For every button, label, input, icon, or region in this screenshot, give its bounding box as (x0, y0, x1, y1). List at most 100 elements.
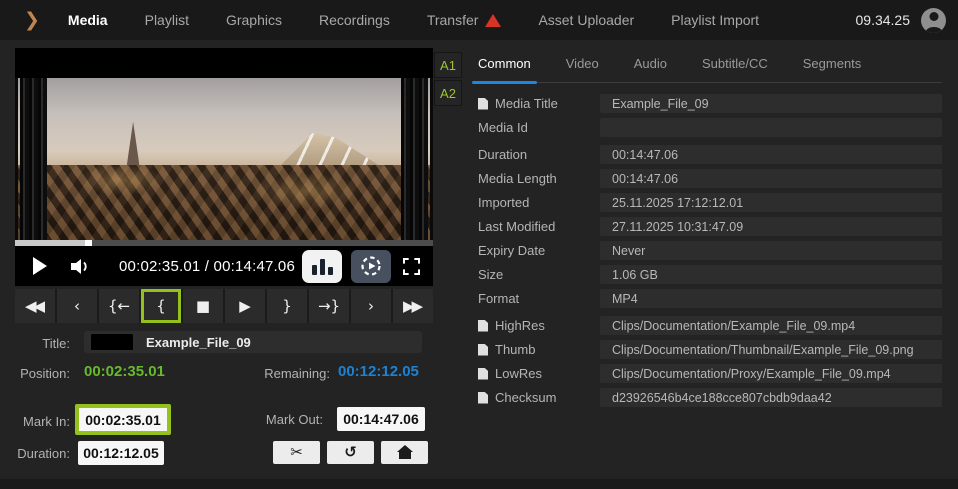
media-id-field[interactable] (600, 118, 942, 137)
main-nav: Media Playlist Graphics Recordings Transfer A… (68, 12, 796, 28)
field-label: LowRes (478, 366, 600, 381)
player-controls: 00:02:35.01 / 00:14:47.06 (15, 246, 433, 286)
imported-field[interactable]: 25.11.2025 17:12:12.01 (600, 193, 942, 212)
field-label-text: Expiry Date (478, 243, 545, 258)
duration-field[interactable]: 00:14:47.06 (600, 145, 942, 164)
step-forward-button[interactable]: › (351, 289, 391, 323)
goto-mark-out-button-glyph: →} (318, 299, 340, 314)
tab-common[interactable]: Common (478, 56, 531, 82)
rewind-button-glyph: ◀◀ (25, 299, 42, 314)
clock: 09.34.25 (856, 12, 911, 28)
field-label: Media Id (478, 120, 600, 135)
media-title-field[interactable]: Example_File_09 (600, 94, 942, 113)
rewind-button[interactable]: ◀◀ (15, 289, 55, 323)
checksum-field[interactable]: d23926546b4ce188cce807cbdb9daa42 (600, 388, 942, 407)
media-length-field[interactable]: 00:14:47.06 (600, 169, 942, 188)
history-restore-icon: ↺ (344, 445, 357, 460)
nav-item-transfer[interactable]: Transfer (427, 12, 502, 28)
video-preview[interactable] (15, 48, 433, 246)
field-label-text: Media Id (478, 120, 528, 135)
tab-audio[interactable]: Audio (634, 56, 667, 82)
nav-item-label: Playlist (145, 12, 189, 28)
field-label-text: Format (478, 291, 519, 306)
field-label: Last Modified (478, 219, 600, 234)
duration-label: Duration: (0, 446, 70, 461)
tab-video[interactable]: Video (566, 56, 599, 82)
goto-mark-out-button[interactable]: →} (309, 289, 349, 323)
field-label-text: Thumb (495, 342, 535, 357)
highres-field[interactable]: Clips/Documentation/Example_File_09.mp4 (600, 316, 942, 335)
detail-row-format: Format MP4 (478, 289, 942, 308)
nav-item-asset-uploader[interactable]: Asset Uploader (538, 12, 634, 28)
title-label: Title: (0, 336, 70, 351)
set-mark-in-button[interactable]: { (141, 289, 181, 323)
last-modified-field[interactable]: 27.11.2025 10:31:47.09 (600, 217, 942, 236)
mark-out-field[interactable]: 00:14:47.06 (337, 407, 425, 431)
speaker-icon[interactable] (71, 258, 93, 275)
edit-buttons: ✂ ↺ (273, 441, 428, 464)
size-field[interactable]: 1.06 GB (600, 265, 942, 284)
home-button[interactable] (381, 441, 428, 464)
loop-play-icon[interactable] (351, 250, 391, 283)
duration-field[interactable]: 00:12:12.05 (78, 441, 164, 465)
detail-row-highres: HighRes Clips/Documentation/Example_File_… (478, 316, 942, 335)
audio-channel-button-a1[interactable]: A1 (434, 52, 462, 78)
field-label-text: Duration (478, 147, 527, 162)
title-input[interactable]: Example_File_09 (84, 331, 422, 353)
home-icon (399, 452, 411, 459)
play-icon[interactable] (33, 257, 47, 275)
player-timecode: 00:02:35.01 / 00:14:47.06 (119, 258, 295, 275)
lowres-field[interactable]: Clips/Documentation/Proxy/Example_File_0… (600, 364, 942, 383)
nav-item-graphics[interactable]: Graphics (226, 12, 282, 28)
audio-levels-icon[interactable] (302, 250, 342, 283)
set-mark-out-button-glyph: } (282, 299, 292, 314)
mark-in-field[interactable]: 00:02:35.01 (75, 404, 171, 435)
bottom-bar (0, 479, 958, 489)
step-back-button[interactable]: ‹ (57, 289, 97, 323)
detail-row-media-length: Media Length00:14:47.06 (478, 169, 942, 188)
expand-chevron-icon[interactable]: ❯ (24, 11, 40, 30)
fullscreen-icon[interactable] (403, 258, 420, 275)
audio-channel-button-a2[interactable]: A2 (434, 80, 462, 106)
field-label: Duration (478, 147, 600, 162)
goto-mark-in-button[interactable]: {← (99, 289, 139, 323)
letterbox-bar (15, 48, 433, 78)
detail-row-size: Size 1.06 GB (478, 265, 942, 284)
field-label-text: Size (478, 267, 503, 282)
set-mark-out-button[interactable]: } (267, 289, 307, 323)
field-label: Thumb (478, 342, 600, 357)
field-label-text: Imported (478, 195, 529, 210)
tab-segments[interactable]: Segments (803, 56, 862, 82)
tab-subtitle-cc[interactable]: Subtitle/CC (702, 56, 768, 82)
nav-item-playlist[interactable]: Playlist (145, 12, 189, 28)
fast-forward-button[interactable]: ▶▶ (393, 289, 433, 323)
field-label-text: HighRes (495, 318, 545, 333)
position-label: Position: (0, 366, 70, 381)
thumb-field[interactable]: Clips/Documentation/Thumbnail/Example_Fi… (600, 340, 942, 359)
detail-row-duration: Duration 00:14:47.06 (478, 145, 942, 164)
nav-item-media[interactable]: Media (68, 12, 108, 28)
detail-row-thumb: Thumb Clips/Documentation/Thumbnail/Examp… (478, 340, 942, 359)
nav-item-playlist-import[interactable]: Playlist Import (671, 12, 759, 28)
play-button[interactable]: ▶ (225, 289, 265, 323)
detail-row-checksum: Checksumd23926546b4ce188cce807cbdb9daa42 (478, 388, 942, 407)
nav-item-label: Recordings (319, 12, 390, 28)
file-icon (478, 98, 488, 110)
metadata-tabs: Common Video Audio Subtitle/CC Segments (478, 56, 942, 83)
stop-button[interactable]: ■ (183, 289, 223, 323)
nav-item-label: Asset Uploader (538, 12, 634, 28)
file-icon (478, 368, 488, 380)
nav-item-recordings[interactable]: Recordings (319, 12, 390, 28)
user-avatar-icon[interactable] (921, 8, 946, 33)
video-frame (18, 78, 430, 240)
step-back-button-glyph: ‹ (74, 299, 80, 314)
detail-row-lowres: LowResClips/Documentation/Proxy/Example_… (478, 364, 942, 383)
cut-button[interactable]: ✂ (273, 441, 320, 464)
clip-title: Example_File_09 (146, 335, 251, 350)
format-field[interactable]: MP4 (600, 289, 942, 308)
nav-item-label: Media (68, 12, 108, 28)
mark-in-value: 00:02:35.01 (79, 408, 167, 431)
expiry-date-field[interactable]: Never (600, 241, 942, 260)
remaining-label: Remaining: (252, 366, 330, 381)
revert-button[interactable]: ↺ (327, 441, 374, 464)
